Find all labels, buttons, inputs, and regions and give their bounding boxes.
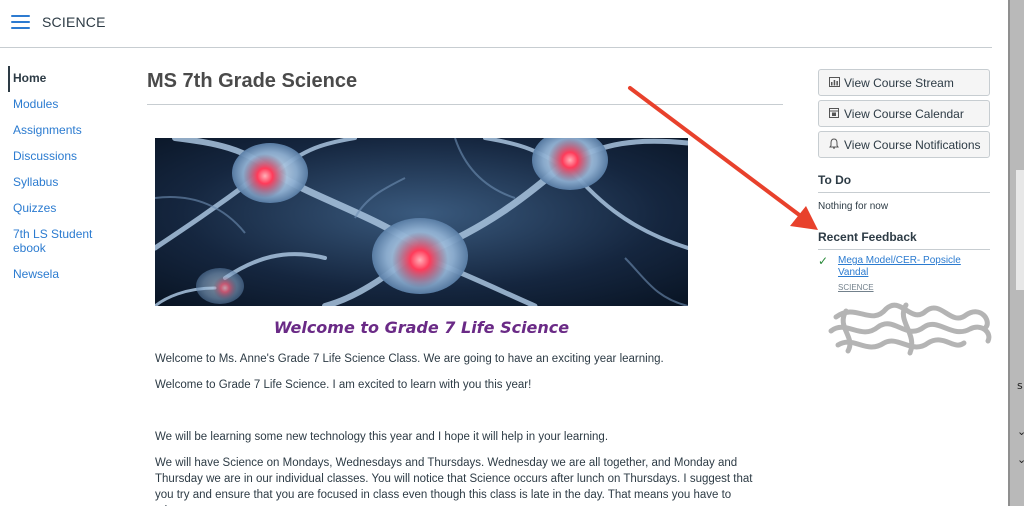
top-bar: SCIENCE xyxy=(0,0,992,48)
sidebar-item-assignments[interactable]: Assignments xyxy=(8,118,118,144)
bar-chart-icon xyxy=(829,77,842,90)
title-divider xyxy=(147,104,783,105)
sidebar-item-newsela[interactable]: Newsela xyxy=(8,262,118,288)
todo-empty-text: Nothing for now xyxy=(818,201,889,212)
page-title: MS 7th Grade Science xyxy=(147,70,358,92)
edge-glyph-icon: ⌄ xyxy=(1017,453,1024,466)
bell-icon xyxy=(829,138,842,152)
neurons-banner-image xyxy=(155,138,688,306)
intro-paragraph: We will be learning some new technology … xyxy=(155,431,609,443)
edge-glyph-icon: s xyxy=(1017,379,1023,392)
schedule-paragraph: We will have Science on Mondays, Wednesd… xyxy=(155,457,753,506)
sidebar-item-syllabus[interactable]: Syllabus xyxy=(8,170,118,196)
welcome-heading: Welcome to Grade 7 Life Science xyxy=(273,318,570,337)
calendar-icon xyxy=(829,107,842,121)
course-navigation: Home Modules Assignments Discussions Syl… xyxy=(8,66,118,288)
view-course-stream-button[interactable]: View Course Stream xyxy=(818,69,990,96)
sidebar-item-home[interactable]: Home xyxy=(8,66,118,92)
background-window-strip xyxy=(1016,170,1024,290)
view-course-notifications-label: View Course Notifications xyxy=(844,138,981,152)
check-icon: ✓ xyxy=(818,254,829,268)
todo-heading: To Do xyxy=(818,173,990,193)
sidebar-item-quizzes[interactable]: Quizzes xyxy=(8,196,118,222)
view-course-notifications-button[interactable]: View Course Notifications xyxy=(818,131,990,158)
sidebar-item-ebook[interactable]: 7th LS Student ebook xyxy=(8,222,118,262)
course-breadcrumb[interactable]: SCIENCE xyxy=(42,14,106,30)
sidebar-item-discussions[interactable]: Discussions xyxy=(8,144,118,170)
intro-paragraph: Welcome to Ms. Anne's Grade 7 Life Scien… xyxy=(155,353,664,365)
view-course-stream-label: View Course Stream xyxy=(844,76,954,90)
feedback-course-label: SCIENCE xyxy=(838,283,874,292)
redaction-scribble xyxy=(828,302,992,356)
view-course-calendar-button[interactable]: View Course Calendar xyxy=(818,100,990,127)
recent-feedback-heading: Recent Feedback xyxy=(818,230,990,250)
hamburger-menu-icon[interactable] xyxy=(11,15,30,30)
intro-paragraph: Welcome to Grade 7 Life Science. I am ex… xyxy=(155,379,532,391)
edge-glyph-icon: ⌄ xyxy=(1017,425,1024,438)
sidebar-item-modules[interactable]: Modules xyxy=(8,92,118,118)
feedback-assignment-link[interactable]: Mega Model/CER- Popsicle Vandal xyxy=(838,255,978,279)
view-course-calendar-label: View Course Calendar xyxy=(844,107,964,121)
